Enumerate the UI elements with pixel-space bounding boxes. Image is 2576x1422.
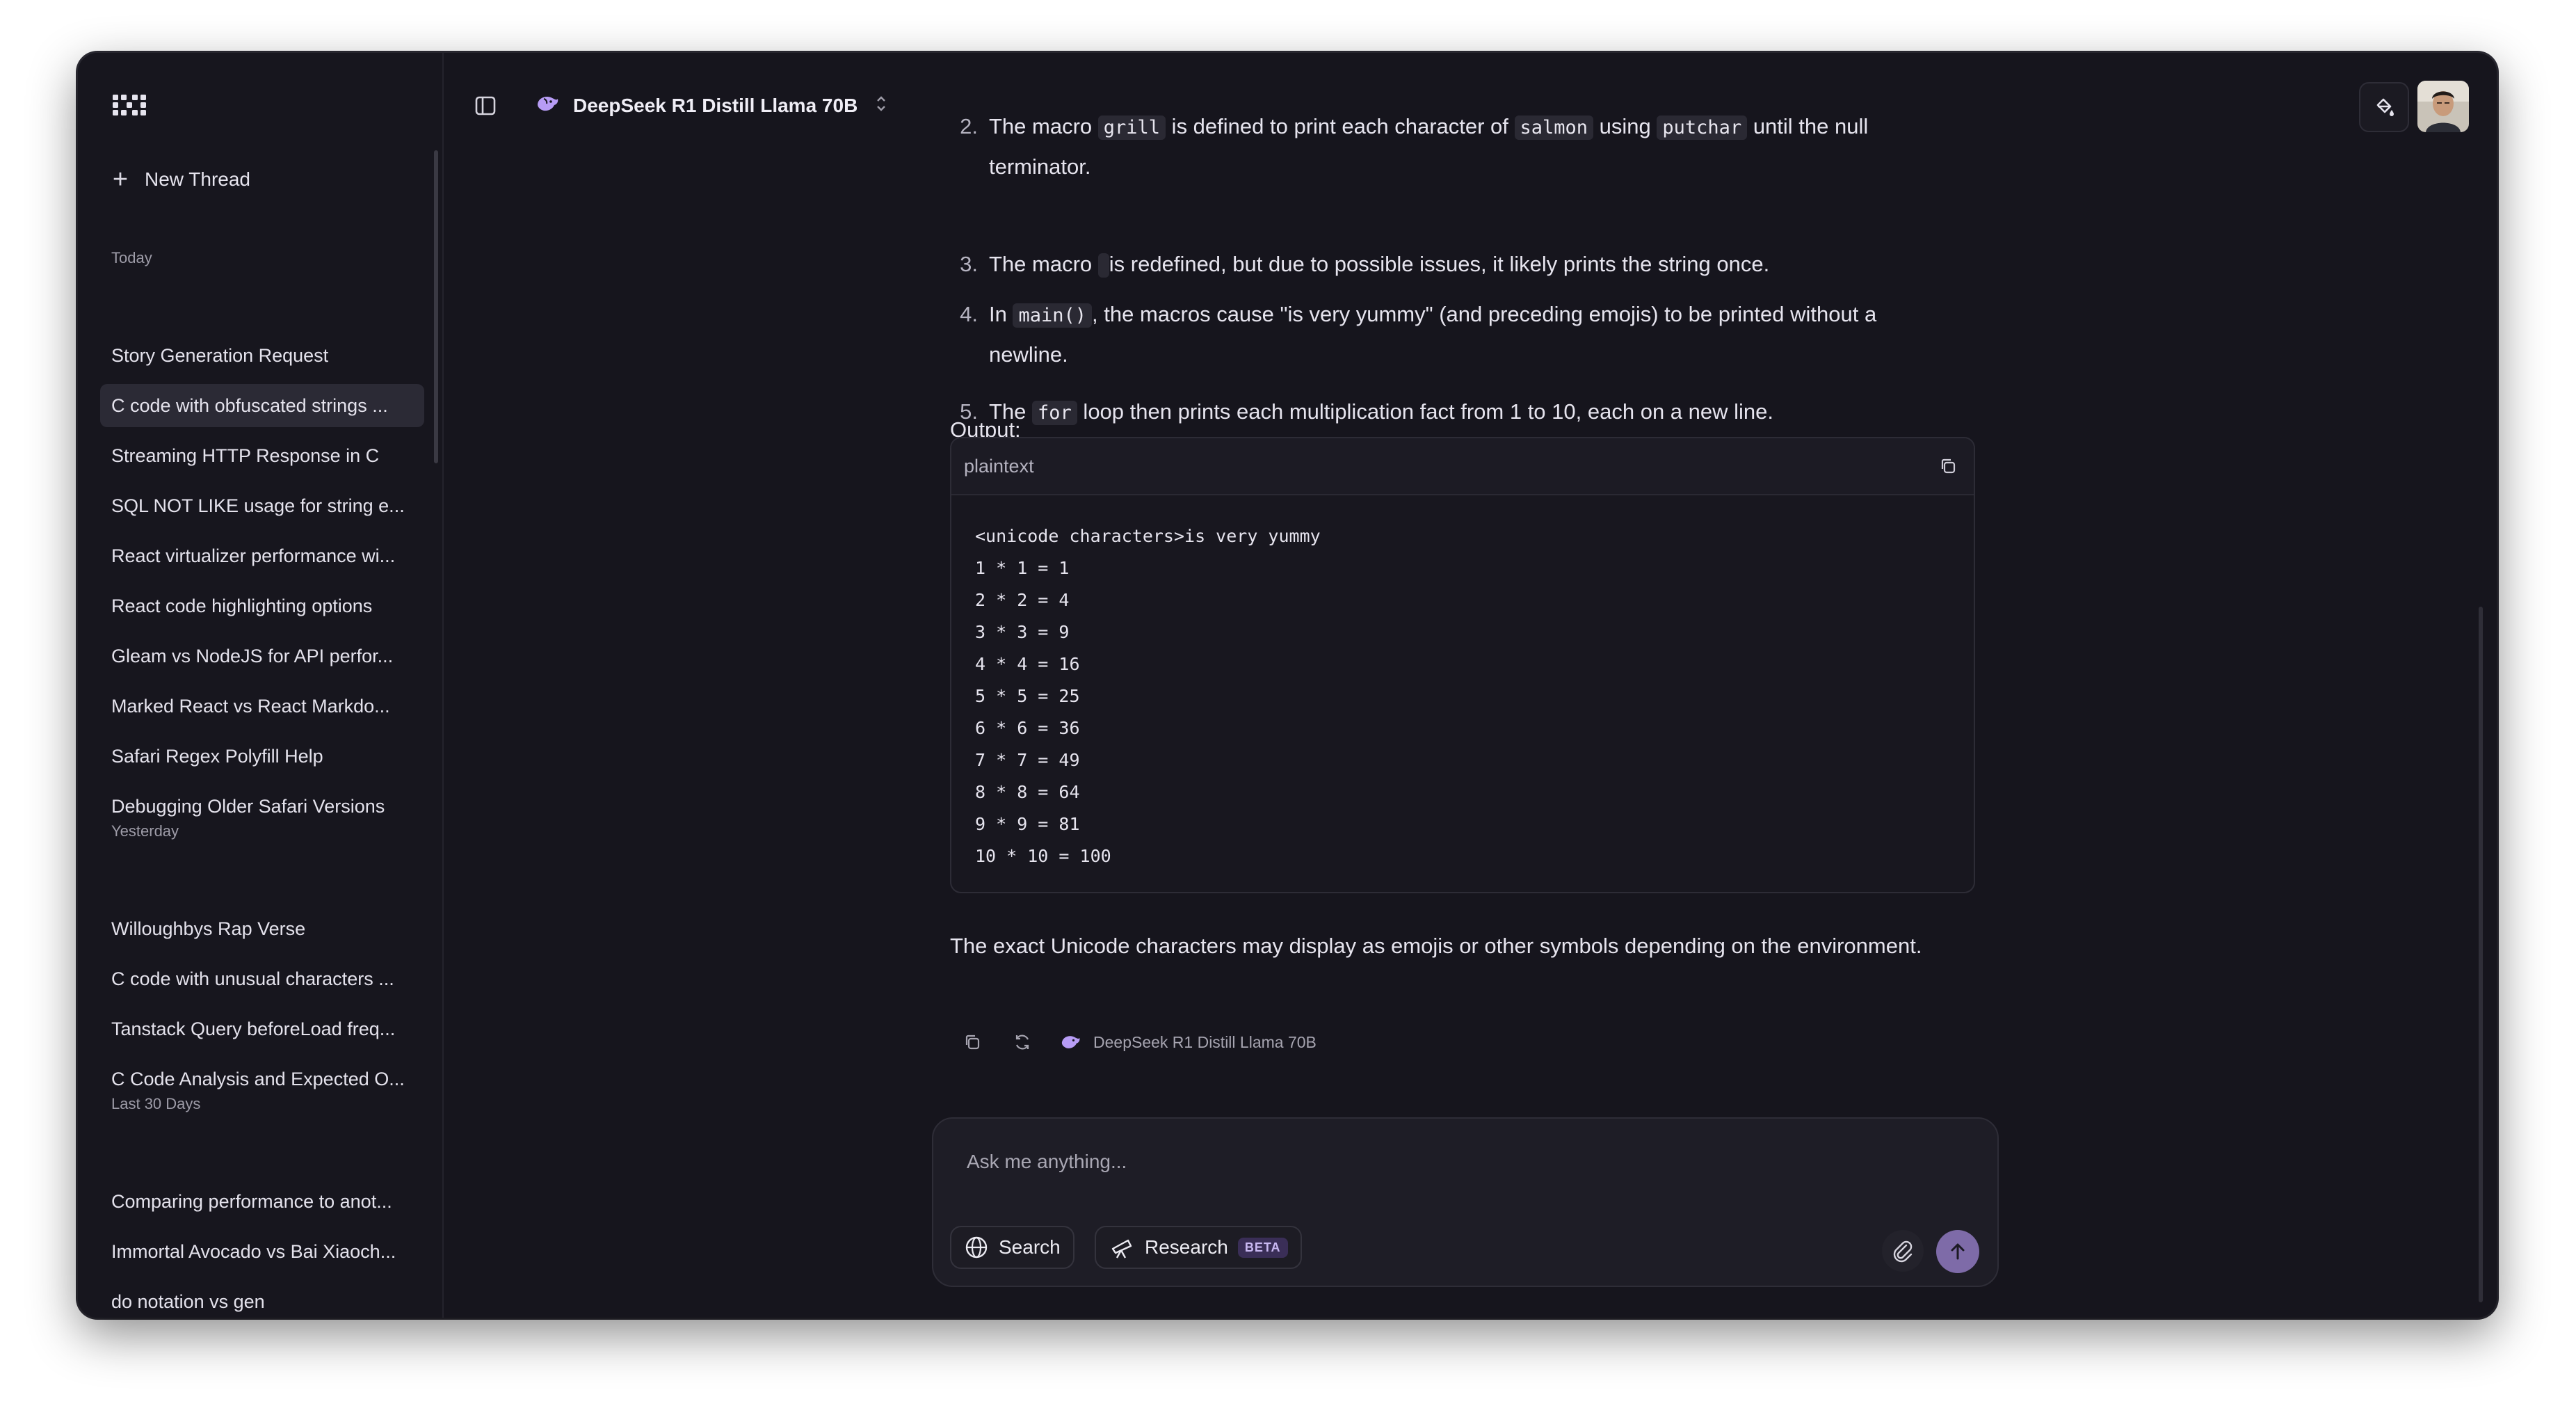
chevron-updown-icon — [874, 93, 888, 118]
code-line: 6 * 6 = 36 — [975, 718, 1080, 738]
search-label: Search — [999, 1236, 1061, 1258]
closing-paragraph: The exact Unicode characters may display… — [950, 934, 1922, 958]
sidebar-thread-item[interactable]: Immortal Avocado vs Bai Xiaoch... — [100, 1230, 424, 1273]
inline-code: grill — [1097, 115, 1166, 140]
code-line: 8 * 8 = 64 — [975, 782, 1080, 802]
code-line: 10 * 10 = 100 — [975, 846, 1111, 866]
inline-code — [1097, 253, 1109, 278]
text-run: In — [989, 302, 1013, 326]
sidebar-scrollbar[interactable] — [434, 150, 438, 463]
inline-code: main() — [1013, 303, 1093, 328]
sidebar-thread-item[interactable]: Debugging Older Safari Versions — [100, 785, 424, 828]
user-avatar[interactable] — [2417, 81, 2469, 132]
sidebar: + New Thread Today Story Generation Requ… — [78, 53, 444, 1318]
code-block-header: plaintext — [951, 438, 1974, 495]
new-thread-label: New Thread — [145, 168, 251, 190]
sidebar-thread-item[interactable]: Marked React vs React Markdo... — [100, 685, 424, 728]
sidebar-thread-item[interactable]: Willoughbys Rap Verse — [100, 907, 424, 950]
toggle-sidebar-button[interactable] — [473, 93, 498, 118]
code-content: <unicode characters>is very yummy 1 * 1 =… — [951, 495, 1974, 892]
code-language-label: plaintext — [964, 456, 1034, 477]
model-selector[interactable]: DeepSeek R1 Distill Llama 70B — [536, 85, 888, 127]
theme-button[interactable] — [2359, 82, 2409, 132]
text-run: The macro — [989, 114, 1098, 138]
regenerate-button[interactable] — [1010, 1030, 1035, 1055]
sidebar-thread-item[interactable]: Story Generation Request — [100, 334, 424, 377]
copy-code-button[interactable] — [1936, 454, 1960, 478]
list-item-number: 3. — [960, 252, 978, 276]
refresh-icon — [1015, 1034, 1029, 1050]
list-item-text: The macro grill is defined to print each… — [989, 107, 1935, 186]
main-scrollbar[interactable] — [2479, 607, 2483, 1302]
sidebar-thread-item[interactable]: C code with obfuscated strings ... — [100, 384, 424, 427]
code-line: 9 * 9 = 81 — [975, 814, 1080, 834]
inline-code: putchar — [1657, 115, 1748, 140]
copy-icon — [965, 1034, 980, 1050]
sidebar-thread-item[interactable]: Tanstack Query beforeLoad freq... — [100, 1007, 424, 1050]
text-run: is defined to print each character of — [1166, 114, 1515, 138]
code-block: plaintext <unicode characters>is very yu… — [950, 437, 1975, 893]
whale-icon — [1061, 1036, 1080, 1048]
sidebar-thread-item[interactable]: React code highlighting options — [100, 584, 424, 628]
app-logo[interactable] — [111, 93, 147, 117]
attach-button[interactable] — [1882, 1230, 1924, 1272]
response-model-tag: DeepSeek R1 Distill Llama 70B — [1060, 1023, 1317, 1062]
app-window: + New Thread Today Story Generation Requ… — [78, 53, 2497, 1318]
sidebar-thread-item[interactable]: Gleam vs NodeJS for API perfor... — [100, 634, 424, 678]
arrow-up-icon — [1951, 1243, 1965, 1260]
search-toggle-button[interactable]: Search — [950, 1226, 1074, 1269]
code-line: <unicode characters>is very yummy — [975, 526, 1321, 546]
list-item-number: 2. — [960, 114, 978, 138]
globe-icon — [965, 1236, 988, 1259]
text-run: using — [1593, 114, 1657, 138]
text-run: loop then prints each multiplication fac… — [1077, 399, 1774, 424]
beta-badge: BETA — [1237, 1237, 1288, 1258]
response-model-name: DeepSeek R1 Distill Llama 70B — [1093, 1033, 1317, 1051]
sidebar-thread-item[interactable]: C Code Analysis and Expected O... — [100, 1057, 424, 1101]
sidebar-thread-item[interactable]: React virtualizer performance wi... — [100, 534, 424, 577]
copy-message-button[interactable] — [960, 1030, 985, 1055]
send-button[interactable] — [1936, 1230, 1979, 1273]
model-name: DeepSeek R1 Distill Llama 70B — [573, 95, 858, 116]
sidebar-thread-item[interactable]: C code with unusual characters ... — [100, 957, 424, 1000]
whale-icon — [536, 93, 561, 120]
paint-bucket-icon — [2376, 98, 2394, 116]
telescope-icon — [1111, 1239, 1132, 1259]
sidebar-panel-icon — [475, 96, 496, 115]
new-thread-button[interactable]: + New Thread — [111, 160, 250, 199]
message-actions: DeepSeek R1 Distill Llama 70B — [950, 1025, 1317, 1059]
sidebar-thread-item[interactable]: do notation vs gen — [100, 1280, 424, 1318]
inline-code: for — [1032, 401, 1077, 425]
text-run: The macro — [989, 252, 1098, 276]
copy-icon — [1941, 458, 1956, 474]
list-item-text: In main(), the macros cause "is very yum… — [989, 295, 1935, 374]
text-run: is redefined, but due to possible issues… — [1109, 252, 1770, 276]
code-line: 1 * 1 = 1 — [975, 558, 1070, 578]
group-label-last30: Last 30 Days — [111, 1095, 201, 1112]
research-label: Research — [1145, 1236, 1228, 1258]
sidebar-thread-item[interactable]: Streaming HTTP Response in C — [100, 434, 424, 477]
paperclip-icon — [1893, 1240, 1913, 1263]
group-label-today: Today — [111, 249, 152, 266]
sidebar-thread-item[interactable]: Safari Regex Polyfill Help — [100, 735, 424, 778]
code-line: 7 * 7 = 49 — [975, 750, 1080, 770]
code-line: 4 * 4 = 16 — [975, 654, 1080, 674]
group-label-yesterday: Yesterday — [111, 822, 179, 840]
sidebar-thread-item[interactable]: Comparing performance to anot... — [100, 1180, 424, 1223]
list-item-text: The macro is redefined, but due to possi… — [989, 245, 1935, 285]
chat-composer: Search Research BETA — [932, 1117, 1999, 1287]
message-input[interactable] — [967, 1141, 1940, 1183]
research-toggle-button[interactable]: Research BETA — [1095, 1226, 1302, 1269]
list-item-number: 4. — [960, 302, 978, 326]
text-run: , the macros cause "is very yummy" (and … — [989, 302, 1877, 367]
code-line: 2 * 2 = 4 — [975, 590, 1070, 610]
code-line: 5 * 5 = 25 — [975, 686, 1080, 706]
inline-code: salmon — [1514, 115, 1594, 140]
plus-icon: + — [112, 165, 129, 194]
list-item-text: The for loop then prints each multiplica… — [989, 392, 1935, 433]
code-line: 3 * 3 = 9 — [975, 622, 1070, 642]
sidebar-thread-item[interactable]: SQL NOT LIKE usage for string e... — [100, 484, 424, 527]
